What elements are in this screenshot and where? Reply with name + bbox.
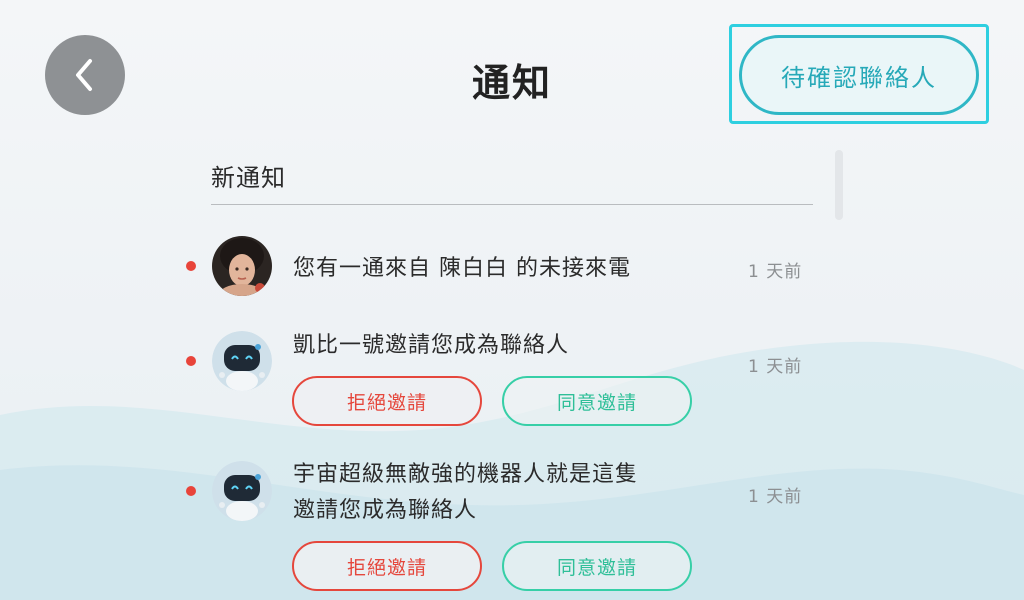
section-label-new-notifications: 新通知 (211, 164, 286, 192)
unread-dot (186, 486, 196, 496)
robot-avatar (212, 461, 272, 521)
section-divider (211, 204, 813, 205)
page-title: 通知 (471, 61, 552, 105)
robot-avatar (212, 331, 272, 391)
notification-time: 1 天前 (748, 357, 803, 377)
unread-dot (186, 356, 196, 366)
pending-contacts-button[interactable]: 待確認聯絡人 (739, 35, 979, 115)
notification-message: 您有一通來自 陳白白 的未接來電 (293, 256, 631, 281)
notification-time: 1 天前 (748, 487, 803, 507)
notification-time: 1 天前 (748, 262, 803, 282)
notification-message-line2: 邀請您成為聯絡人 (293, 498, 478, 523)
notification-message: 凱比一號邀請您成為聯絡人 (293, 333, 570, 358)
back-button[interactable] (45, 35, 125, 115)
avatar (212, 236, 272, 296)
notification-message-line1: 宇宙超級無敵強的機器人就是這隻 (293, 462, 639, 487)
reject-invite-button[interactable]: 拒絕邀請 (292, 376, 482, 426)
reject-invite-button[interactable]: 拒絕邀請 (292, 541, 482, 591)
chevron-left-icon (76, 59, 92, 91)
scrollbar[interactable] (835, 150, 843, 220)
accept-invite-button[interactable]: 同意邀請 (502, 541, 692, 591)
unread-dot (186, 261, 196, 271)
accept-invite-button[interactable]: 同意邀請 (502, 376, 692, 426)
